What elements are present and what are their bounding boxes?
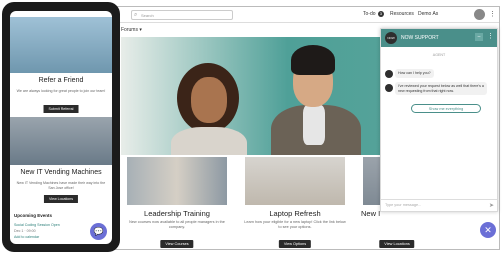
chat-subtitle: AGENT [432, 53, 446, 57]
forums-dropdown[interactable]: Forums ▾ [121, 27, 142, 33]
view-locations-button[interactable]: View Locations [379, 240, 415, 248]
vending-machines-description: New IT Vending Machines have made their … [16, 181, 106, 190]
vending-machines-title: New IT Vending Machines [20, 169, 102, 176]
to-do-link[interactable]: To-do 3 [363, 11, 384, 17]
avatar[interactable] [474, 9, 485, 20]
agent-avatar [385, 70, 393, 78]
top-bar: ⌕ Search To-do 3 Resources Demo As ⋮ [63, 7, 499, 23]
submit-referral-button[interactable]: Submit Referral [43, 105, 79, 113]
to-do-label: To-do [363, 11, 376, 17]
card-image [127, 157, 227, 205]
card-title: Leadership Training [144, 209, 210, 218]
chat-header: NOW NOW SUPPORT – ⋮ [381, 29, 497, 47]
card-laptop-refresh: Laptop Refresh Learn how your eligible f… [239, 157, 351, 249]
view-options-button[interactable]: View Options [278, 240, 312, 248]
resources-link[interactable]: Resources [390, 11, 414, 17]
search-icon: ⌕ [134, 12, 138, 18]
phone-frame: Refer a Friend We are always looking for… [2, 2, 120, 252]
demo-as-menu[interactable]: Demo As [418, 11, 438, 17]
add-to-calendar-link[interactable]: Add to calendar [14, 235, 39, 239]
card-title: Laptop Refresh [269, 209, 321, 218]
search-input[interactable]: ⌕ Search [131, 10, 233, 20]
minimize-icon[interactable]: – [475, 33, 483, 41]
event-link[interactable]: Social Coding Session Open [14, 223, 84, 228]
chat-bubble-icon[interactable]: 💬 [90, 223, 107, 240]
to-do-badge: 3 [377, 11, 384, 17]
show-me-everything-button[interactable]: Show me everything [411, 104, 481, 113]
hero-person-hair [291, 45, 335, 75]
search-placeholder: Search [141, 13, 154, 18]
vending-machines-image [10, 117, 112, 165]
chat-title: NOW SUPPORT [401, 35, 439, 41]
card-description: Learn how your eligible for a new laptop… [244, 220, 346, 229]
view-locations-button[interactable]: View Locations [43, 195, 79, 203]
phone-screen: Refer a Friend We are always looking for… [10, 11, 112, 244]
agent-avatar [385, 84, 393, 92]
chat-panel: NOW NOW SUPPORT – ⋮ AGENT How can I help… [380, 28, 498, 212]
hero-person-shirt [303, 105, 325, 145]
hero-person-face [191, 77, 227, 123]
card-image [245, 157, 345, 205]
hero-person-body [171, 127, 247, 155]
refer-friend-description: We are always looking for great people t… [16, 89, 106, 93]
refer-friend-image [10, 17, 112, 73]
more-icon[interactable]: ⋮ [487, 32, 494, 40]
upcoming-events-heading: Upcoming Events [14, 213, 53, 218]
chat-logo: NOW [385, 32, 397, 44]
event-date: Dec 1 · 09:00 [14, 229, 36, 233]
menu-icon[interactable]: ⋮ [489, 10, 496, 18]
chat-message: I've reviewed your request below as well… [395, 82, 487, 96]
close-chat-button[interactable]: ✕ [480, 222, 496, 238]
chat-message: How can I help you? [395, 69, 434, 78]
chat-input[interactable]: Type your message... [381, 199, 497, 211]
card-description: New courses now available to all people … [129, 220, 225, 229]
card-leadership-training: Leadership Training New courses now avai… [121, 157, 233, 249]
view-courses-button[interactable]: View Courses [160, 240, 194, 248]
refer-friend-title: Refer a Friend [38, 77, 84, 84]
send-icon[interactable]: ➤ [489, 202, 494, 209]
